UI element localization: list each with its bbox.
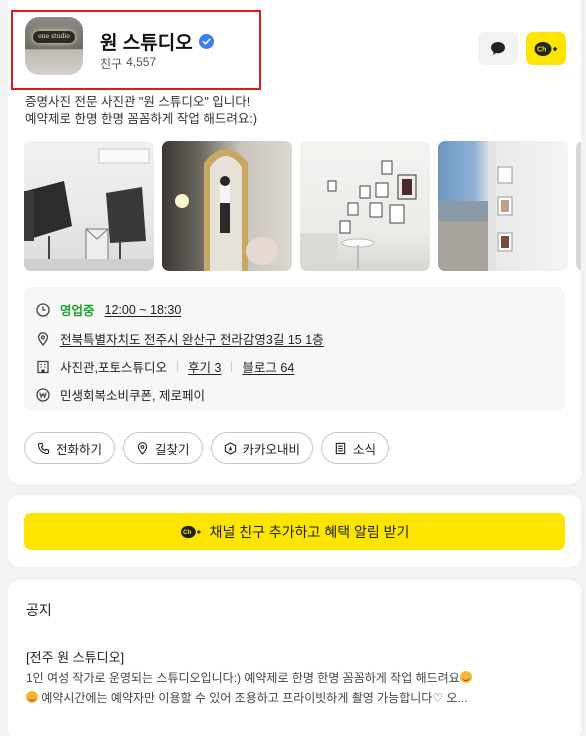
call-button[interactable]: 전화하기 bbox=[24, 432, 116, 464]
photo-gallery[interactable] bbox=[24, 141, 581, 271]
review-link[interactable]: 후기 3 bbox=[188, 357, 221, 376]
divider bbox=[176, 361, 178, 372]
notice-heading: 공지 bbox=[26, 602, 52, 618]
channel-add-benefit-button[interactable]: Ch 채널 친구 추가하고 혜택 알림 받기 bbox=[24, 513, 565, 550]
notice-subtitle: [전주 원 스튜디오] bbox=[26, 650, 125, 665]
business-hours-link[interactable]: 12:00 ~ 18:30 bbox=[105, 303, 182, 317]
news-button[interactable]: 소식 bbox=[321, 432, 390, 464]
description-line: 증명사진 전문 사진관 "원 스튜디오" 입니다! bbox=[25, 95, 251, 109]
directions-button[interactable]: 길찾기 bbox=[123, 432, 203, 464]
mirror-selfie-photo bbox=[175, 149, 278, 271]
address-row: 전북특별자치도 전주시 완산구 전라감영3길 15 1층 bbox=[36, 329, 324, 348]
chat-bubble-icon bbox=[491, 42, 505, 55]
category-row: 사진관,포토스튜디오 후기 3 블로그 64 bbox=[36, 357, 294, 376]
avatar-sign: one studio bbox=[33, 31, 75, 43]
map-pin-icon bbox=[36, 331, 50, 346]
address-link[interactable]: 전북특별자치도 전주시 완산구 전라감영3길 15 1층 bbox=[60, 329, 324, 348]
channel-add-icon: Ch bbox=[180, 525, 201, 538]
map-pin-icon bbox=[137, 441, 148, 455]
hours-row: 영업중 12:00 ~ 18:30 bbox=[36, 300, 181, 319]
channel-add-button[interactable]: Ch bbox=[526, 32, 566, 65]
news-button-label: 소식 bbox=[353, 442, 377, 457]
open-status: 영업중 bbox=[60, 304, 95, 318]
smile-emoji-icon bbox=[459, 671, 472, 683]
notice-text: 예약시간에는 예약자만 이용할 수 있어 조용하고 프라이빗하게 촬영 가능합니… bbox=[41, 691, 468, 705]
blog-link[interactable]: 블로그 64 bbox=[242, 357, 294, 376]
channel-name: 원 스튜디오 bbox=[100, 33, 193, 54]
chat-button[interactable] bbox=[478, 32, 518, 65]
svg-text:Ch: Ch bbox=[183, 529, 191, 536]
profile-card: one studio 원 스튜디오 친구 4,557 Ch 증명사진 전문 사진… bbox=[8, 0, 581, 484]
channel-add-icon: Ch bbox=[534, 41, 557, 56]
kakao-navi-button-label: 카카오내비 bbox=[242, 442, 301, 457]
photo-thumbnail[interactable] bbox=[24, 141, 154, 271]
smile-emoji-icon bbox=[26, 691, 38, 703]
studio-lighting-photo bbox=[24, 148, 154, 271]
divider bbox=[231, 361, 233, 372]
notice-text: 1인 여성 작가로 운영되는 스튜디오입니다:) 예약제로 한명 한명 꼼꼼하게… bbox=[26, 671, 460, 685]
category-text: 사진관,포토스튜디오 bbox=[60, 361, 167, 375]
description-line: 예약제로 한명 한명 꼼꼼하게 작업 해드려요:) bbox=[25, 112, 258, 126]
notice-body: 1인 여성 작가로 운영되는 스튜디오입니다:) 예약제로 한명 한명 꼼꼼하게… bbox=[26, 668, 564, 708]
notice-card[interactable]: 공지 [전주 원 스튜디오] 1인 여성 작가로 운영되는 스튜디오입니다:) … bbox=[8, 580, 581, 736]
clock-icon bbox=[36, 302, 50, 317]
photo-thumbnail[interactable] bbox=[438, 141, 568, 271]
kakao-navi-button[interactable]: 카카오내비 bbox=[210, 432, 314, 464]
verified-badge-icon bbox=[198, 34, 214, 49]
directions-button-label: 길찾기 bbox=[155, 442, 190, 457]
channel-description: 증명사진 전문 사진관 "원 스튜디오" 입니다! 예약제로 한명 한명 꼼꼼하… bbox=[25, 94, 257, 128]
building-icon bbox=[36, 360, 50, 374]
notice-line: 1인 여성 작가로 운영되는 스튜디오입니다:) 예약제로 한명 한명 꼼꼼하게… bbox=[26, 668, 564, 688]
friends-label: 친구 bbox=[100, 57, 123, 71]
profile-name: 원 스튜디오 bbox=[100, 28, 214, 55]
notice-line: 예약시간에는 예약자만 이용할 수 있어 조용하고 프라이빗하게 촬영 가능합니… bbox=[26, 688, 564, 708]
photo-thumbnail[interactable] bbox=[576, 141, 581, 271]
friends-count: 친구 4,557 bbox=[100, 55, 156, 72]
business-info: 영업중 12:00 ~ 18:30 전북특별자치도 전주시 완산구 전라감영3길… bbox=[24, 287, 565, 411]
call-button-label: 전화하기 bbox=[56, 442, 103, 457]
avatar[interactable]: one studio bbox=[25, 17, 83, 75]
won-coin-icon bbox=[36, 387, 50, 402]
svg-text:Ch: Ch bbox=[537, 46, 546, 53]
channel-add-card: Ch 채널 친구 추가하고 혜택 알림 받기 bbox=[8, 495, 581, 567]
photo-thumbnail[interactable] bbox=[162, 141, 292, 271]
gallery-wall-photo bbox=[300, 160, 417, 269]
payment-text: 민생회복소비쿠폰, 제로페이 bbox=[60, 389, 205, 403]
navi-icon bbox=[224, 441, 236, 455]
news-icon bbox=[335, 442, 346, 454]
window-view-photo bbox=[438, 141, 513, 271]
channel-add-benefit-label: 채널 친구 추가하고 혜택 알림 받기 bbox=[209, 523, 410, 540]
payment-row: 민생회복소비쿠폰, 제로페이 bbox=[36, 385, 205, 404]
photo-thumbnail[interactable] bbox=[300, 141, 430, 271]
friends-number: 4,557 bbox=[126, 55, 157, 69]
action-buttons: 전화하기 길찾기 카카오내비 소식 bbox=[24, 432, 390, 464]
phone-icon bbox=[37, 442, 50, 454]
